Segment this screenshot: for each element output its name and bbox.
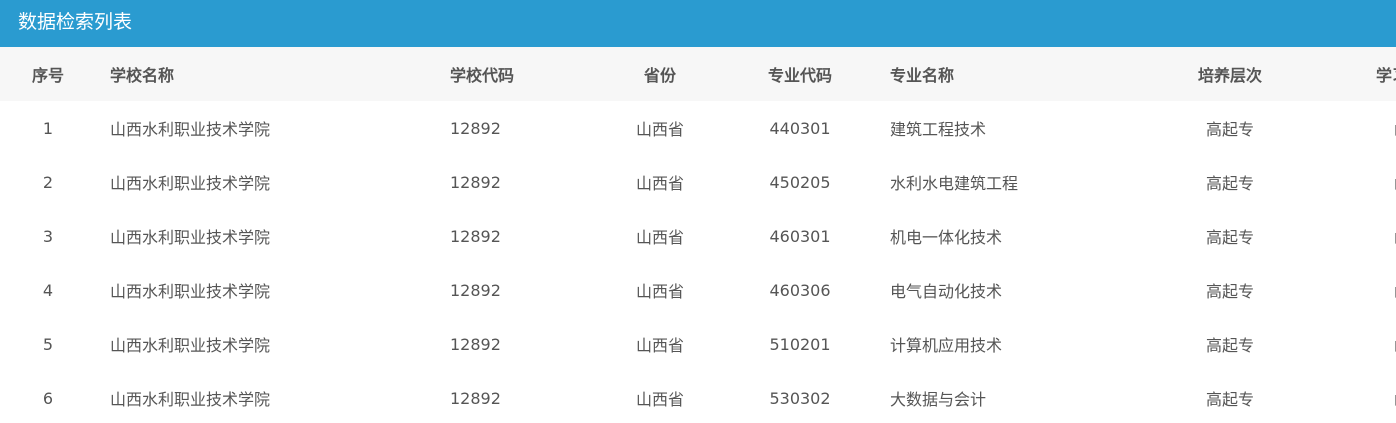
cell-index: 3 — [42, 226, 54, 246]
cell-province: 山西省 — [635, 228, 684, 247]
cell-study-mode: 函授 — [1300, 317, 1396, 371]
cell-index: 5 — [42, 334, 54, 354]
table-row: 6 山西水利职业技术学院 12892 山西省 530302 大数据与会计 高起专… — [0, 371, 1396, 423]
table-row: 5 山西水利职业技术学院 12892 山西省 510201 计算机应用技术 高起… — [0, 317, 1396, 371]
cell-school-code: 12892 — [450, 172, 501, 192]
cell-school-name: 山西水利职业技术学院 — [110, 282, 271, 301]
header-major-name: 专业名称 — [890, 66, 955, 85]
cell-index: 1 — [42, 118, 54, 138]
cell-major-code: 510201 — [769, 334, 831, 354]
cell-province: 山西省 — [635, 282, 684, 301]
cell-index: 2 — [42, 172, 54, 192]
cell-school-code: 12892 — [450, 118, 501, 138]
panel-title: 数据检索列表 — [0, 0, 1396, 47]
cell-province: 山西省 — [635, 336, 684, 355]
cell-training-level: 高起专 — [1205, 336, 1254, 355]
results-table: 序号 学校名称 学校代码 省份 专业代码 专业名称 培养层次 学习形式 1 山西… — [0, 47, 1396, 423]
cell-study-mode: 函授 — [1300, 371, 1396, 423]
table-row: 2 山西水利职业技术学院 12892 山西省 450205 水利水电建筑工程 高… — [0, 155, 1396, 209]
cell-school-name: 山西水利职业技术学院 — [110, 390, 271, 409]
cell-study-mode: 函授 — [1300, 155, 1396, 209]
cell-major-code: 460301 — [769, 226, 831, 246]
table-row: 1 山西水利职业技术学院 12892 山西省 440301 建筑工程技术 高起专… — [0, 101, 1396, 155]
cell-training-level: 高起专 — [1205, 174, 1254, 193]
cell-school-code: 12892 — [450, 226, 501, 246]
cell-school-name: 山西水利职业技术学院 — [110, 336, 271, 355]
cell-study-mode: 函授 — [1300, 263, 1396, 317]
cell-school-name: 山西水利职业技术学院 — [110, 174, 271, 193]
cell-major-code: 530302 — [769, 388, 831, 408]
cell-major-code: 450205 — [769, 172, 831, 192]
cell-training-level: 高起专 — [1205, 390, 1254, 409]
cell-school-code: 12892 — [450, 334, 501, 354]
table-header-row: 序号 学校名称 学校代码 省份 专业代码 专业名称 培养层次 学习形式 — [0, 47, 1396, 101]
cell-major-name: 机电一体化技术 — [890, 228, 1003, 247]
cell-province: 山西省 — [635, 174, 684, 193]
cell-major-code: 460306 — [769, 280, 831, 300]
header-province: 省份 — [643, 66, 676, 85]
header-school-name: 学校名称 — [110, 66, 175, 85]
data-search-list-panel: 数据检索列表 序号 学校名称 学校代码 省份 专业代码 专业名称 培养层次 学习… — [0, 0, 1396, 423]
cell-school-code: 12892 — [450, 280, 501, 300]
cell-study-mode: 函授 — [1300, 209, 1396, 263]
cell-index: 4 — [42, 280, 54, 300]
cell-school-code: 12892 — [450, 388, 501, 408]
cell-province: 山西省 — [635, 390, 684, 409]
table-row: 4 山西水利职业技术学院 12892 山西省 460306 电气自动化技术 高起… — [0, 263, 1396, 317]
cell-major-name: 水利水电建筑工程 — [890, 174, 1019, 193]
cell-training-level: 高起专 — [1205, 228, 1254, 247]
cell-training-level: 高起专 — [1205, 120, 1254, 139]
cell-school-name: 山西水利职业技术学院 — [110, 228, 271, 247]
cell-major-name: 计算机应用技术 — [890, 336, 1003, 355]
cell-major-name: 电气自动化技术 — [890, 282, 1003, 301]
cell-major-code: 440301 — [769, 118, 831, 138]
cell-index: 6 — [42, 388, 54, 408]
cell-study-mode: 函授 — [1300, 101, 1396, 155]
cell-school-name: 山西水利职业技术学院 — [110, 120, 271, 139]
header-training-level: 培养层次 — [1197, 66, 1262, 85]
header-school-code: 学校代码 — [450, 66, 515, 85]
header-study-mode: 学习形式 — [1375, 66, 1396, 85]
cell-major-name: 大数据与会计 — [890, 390, 987, 409]
header-major-code: 专业代码 — [767, 66, 832, 85]
cell-province: 山西省 — [635, 120, 684, 139]
cell-major-name: 建筑工程技术 — [890, 120, 987, 139]
cell-training-level: 高起专 — [1205, 282, 1254, 301]
table-row: 3 山西水利职业技术学院 12892 山西省 460301 机电一体化技术 高起… — [0, 209, 1396, 263]
header-index: 序号 — [31, 66, 64, 85]
